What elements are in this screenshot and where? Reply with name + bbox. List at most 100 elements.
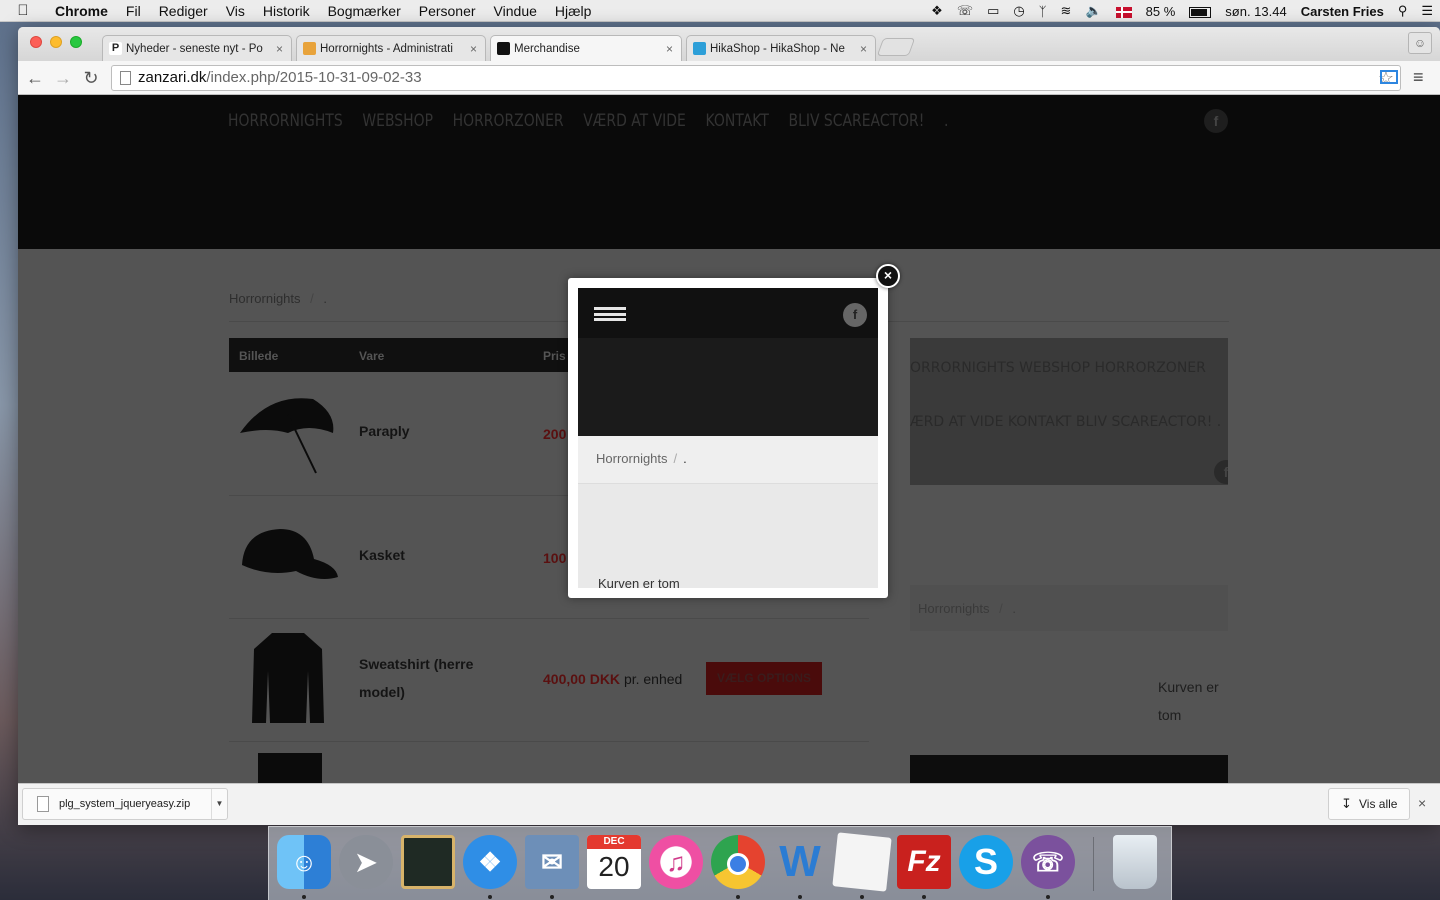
nav-webshop[interactable]: WEBSHOP: [362, 111, 433, 131]
sidebar-menu-line2[interactable]: ÆRD AT VIDE KONTAKT BLIV SCAREACTOR! .: [910, 414, 1221, 430]
header-image: Billede: [239, 349, 279, 363]
finder-icon[interactable]: ☺: [277, 835, 331, 889]
sidebar-menu-line1[interactable]: ORRORNIGHTS WEBSHOP HORRORZONER: [910, 360, 1206, 376]
modal-facebook-icon[interactable]: f: [843, 303, 867, 327]
itunes-icon[interactable]: ♫: [649, 835, 703, 889]
tab-hikashop[interactable]: HikaShop - HikaShop - Ne ×: [686, 35, 876, 61]
product-price-paraply: 200: [543, 426, 567, 442]
launchpad-icon[interactable]: ➤: [339, 835, 393, 889]
tab-close-icon[interactable]: ×: [860, 42, 867, 56]
menu-bookmarks[interactable]: Bogmærker: [319, 3, 410, 19]
header-item: Vare: [359, 349, 385, 363]
safari-icon[interactable]: ❖: [463, 835, 517, 889]
clock[interactable]: søn. 13.44: [1218, 4, 1293, 19]
word-icon[interactable]: W: [773, 835, 827, 889]
download-menu-caret-icon[interactable]: ▼: [211, 789, 227, 819]
dock: ☺ ➤ ❖ ✉ DEC 20 ♫ W Fz S ☏: [268, 826, 1172, 900]
breadcrumb-current: .: [323, 291, 328, 306]
flag-icon[interactable]: [1109, 4, 1139, 19]
airplay-icon[interactable]: ▭: [980, 3, 1006, 19]
nav-vaerd-at-vide[interactable]: VÆRD AT VIDE: [583, 111, 686, 131]
modal-site-header: f: [578, 288, 878, 338]
tab-close-icon[interactable]: ×: [276, 42, 283, 56]
viber-status-icon[interactable]: ☏: [950, 3, 980, 19]
close-window-icon[interactable]: [30, 36, 42, 48]
minimize-window-icon[interactable]: [50, 36, 62, 48]
new-tab-button[interactable]: [876, 38, 916, 56]
cap-image[interactable]: [238, 525, 342, 587]
show-all-downloads-button[interactable]: ↧ Vis alle: [1328, 788, 1410, 820]
dropbox-icon[interactable]: ❖: [924, 3, 950, 19]
forward-icon[interactable]: →: [52, 67, 74, 89]
notification-center-icon[interactable]: ☰: [1414, 3, 1440, 19]
product-name-sweatshirt[interactable]: Sweatshirt (herre model): [359, 650, 473, 706]
calendar-icon[interactable]: DEC 20: [587, 835, 641, 889]
nav-horrornights[interactable]: HORRORNIGHTS: [228, 111, 343, 131]
profile-icon[interactable]: ☺: [1408, 32, 1432, 54]
zoom-window-icon[interactable]: [70, 36, 82, 48]
address-bar[interactable]: zanzari.dk/index.php/2015-10-31-09-02-33…: [111, 65, 1401, 91]
menu-view[interactable]: Vis: [217, 3, 254, 19]
choose-options-button[interactable]: VÆLG OPTIONS: [706, 662, 822, 695]
menu-help[interactable]: Hjælp: [546, 3, 601, 19]
product-name-kasket[interactable]: Kasket: [359, 541, 405, 569]
back-icon[interactable]: ←: [24, 67, 46, 89]
sidebar-facebook-icon[interactable]: f: [1214, 460, 1228, 484]
tab-close-icon[interactable]: ×: [470, 42, 477, 56]
mail-icon[interactable]: ✉: [525, 835, 579, 889]
row-divider: [229, 618, 869, 619]
umbrella-image[interactable]: [238, 393, 338, 477]
nav-bliv-scareactor[interactable]: BLIV SCAREACTOR!: [789, 111, 925, 131]
apple-icon[interactable]: : [0, 2, 46, 19]
tab-close-icon[interactable]: ×: [666, 42, 673, 56]
menu-file[interactable]: Fil: [117, 3, 150, 19]
product-name-paraply[interactable]: Paraply: [359, 417, 410, 445]
battery-icon[interactable]: [1182, 4, 1218, 19]
reload-icon[interactable]: ↻: [80, 67, 102, 89]
nav-horrorzoner[interactable]: HORRORZONER: [453, 111, 564, 131]
tab-bar: P Nyheder - seneste nyt - Po × Horrornig…: [18, 27, 1440, 61]
menu-app-name[interactable]: Chrome: [46, 3, 117, 19]
chrome-menu-icon[interactable]: ≡: [1413, 67, 1424, 88]
trash-icon[interactable]: [1113, 835, 1157, 889]
menu-history[interactable]: Historik: [254, 3, 319, 19]
menu-window[interactable]: Vindue: [485, 3, 546, 19]
facebook-icon[interactable]: f: [1204, 109, 1228, 133]
tab-nyheder[interactable]: P Nyheder - seneste nyt - Po ×: [102, 35, 292, 61]
sweatshirt-image[interactable]: [250, 631, 326, 727]
volume-icon[interactable]: 🔈: [1078, 3, 1108, 19]
show-all-label: Vis alle: [1359, 797, 1398, 811]
time-machine-icon[interactable]: ◷: [1006, 3, 1031, 19]
cast-icon[interactable]: [1380, 70, 1398, 84]
modal-cart-status: Kurven er tom: [598, 576, 680, 588]
nav-dot[interactable]: .: [944, 111, 948, 131]
menu-people[interactable]: Personer: [410, 3, 485, 19]
menu-edit[interactable]: Rediger: [150, 3, 217, 19]
skype-icon[interactable]: S: [959, 835, 1013, 889]
tab-horrornights-admin[interactable]: Horrornights - Administrati ×: [296, 35, 486, 61]
breadcrumb: Horrornights / .: [229, 291, 327, 306]
filezilla-icon[interactable]: Fz: [897, 835, 951, 889]
download-item[interactable]: plg_system_jqueryeasy.zip ▼: [22, 788, 228, 820]
user-name[interactable]: Carsten Fries: [1294, 4, 1391, 19]
chrome-icon[interactable]: [711, 835, 765, 889]
modal-breadcrumb-home[interactable]: Horrornights: [596, 451, 668, 466]
product-image-partial[interactable]: [258, 753, 322, 783]
textedit-icon[interactable]: [832, 832, 892, 892]
nav-kontakt[interactable]: KONTAKT: [706, 111, 769, 131]
modal-breadcrumb-current: .: [683, 451, 687, 466]
close-download-shelf-icon[interactable]: ×: [1418, 795, 1426, 811]
sidebar-breadcrumb: Horrornights / .: [918, 601, 1016, 616]
hamburger-menu-icon[interactable]: [594, 307, 626, 321]
wifi-icon[interactable]: ≋: [1054, 3, 1079, 19]
breadcrumb-home[interactable]: Horrornights: [229, 291, 301, 306]
tab-merchandise[interactable]: Merchandise ×: [490, 35, 682, 61]
spotlight-icon[interactable]: ⚲: [1391, 3, 1415, 19]
bluetooth-icon[interactable]: ᛉ: [1032, 4, 1054, 19]
modal-breadcrumb-separator: /: [673, 451, 678, 466]
sidebar-breadcrumb-home[interactable]: Horrornights: [918, 601, 990, 616]
sidebar-breadcrumb-current: .: [1012, 601, 1017, 616]
modal-close-button[interactable]: ×: [876, 264, 900, 288]
photo-app-icon[interactable]: [401, 835, 455, 889]
viber-icon[interactable]: ☏: [1021, 835, 1075, 889]
